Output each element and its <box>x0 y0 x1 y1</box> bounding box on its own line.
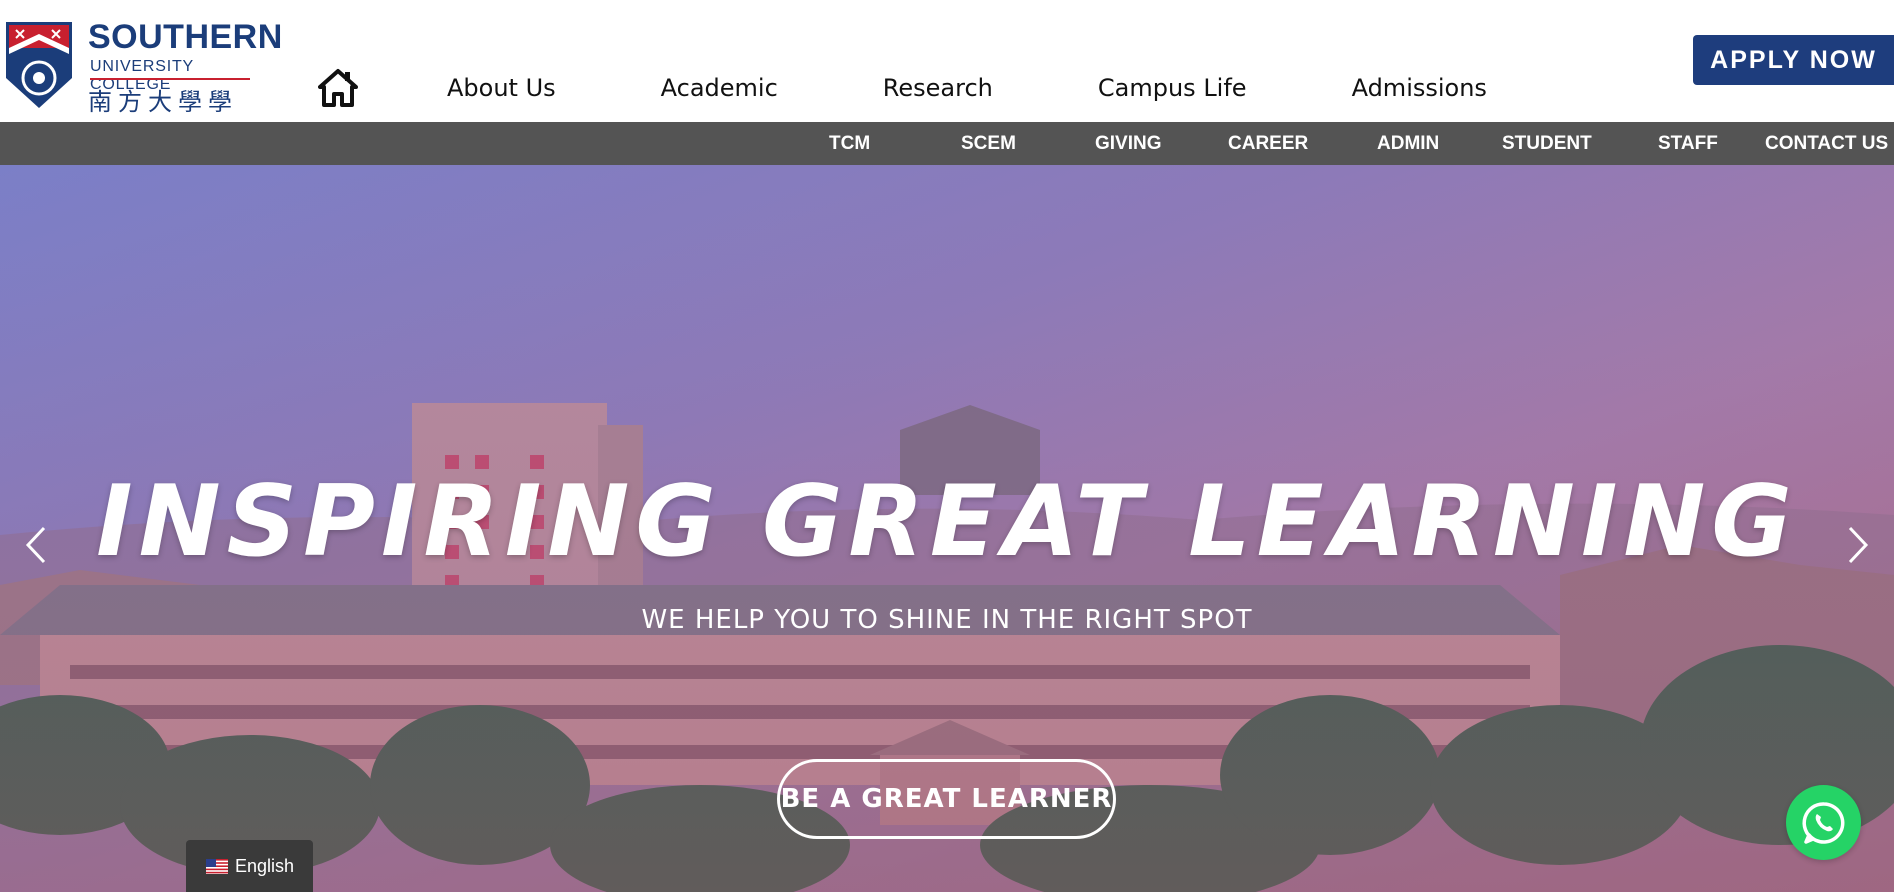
hero-subtitle: WE HELP YOU TO SHINE IN THE RIGHT SPOT <box>641 605 1253 635</box>
subnav-contact-us[interactable]: CONTACT US <box>1765 122 1888 165</box>
subnav-staff[interactable]: STAFF <box>1658 122 1718 165</box>
subnav-student[interactable]: STUDENT <box>1502 122 1592 165</box>
nav-campus-life[interactable]: Campus Life <box>1098 74 1247 114</box>
language-switcher[interactable]: English <box>186 840 313 892</box>
site-header: SOUTHERN UNIVERSITY COLLEGE 南方大學學院 About… <box>0 0 1894 151</box>
nav-research[interactable]: Research <box>883 74 993 114</box>
subnav-giving[interactable]: GIVING <box>1095 122 1162 165</box>
chevron-left-icon[interactable] <box>16 520 56 570</box>
nav-about-us[interactable]: About Us <box>447 74 556 114</box>
home-icon[interactable] <box>318 68 358 108</box>
logo[interactable]: SOUTHERN UNIVERSITY COLLEGE 南方大學學院 <box>0 16 282 151</box>
brand-rule <box>90 78 250 80</box>
nav-admissions[interactable]: Admissions <box>1352 74 1487 114</box>
hero-title: INSPIRING GREAT LEARNING <box>96 465 1798 579</box>
whatsapp-button[interactable] <box>1786 785 1861 860</box>
hero-slider: INSPIRING GREAT LEARNING WE HELP YOU TO … <box>0 165 1894 892</box>
main-nav: About Us Academic Research Campus Life A… <box>420 74 1487 114</box>
be-a-great-learner-button[interactable]: BE A GREAT LEARNER <box>777 759 1116 839</box>
crest-icon <box>6 22 72 108</box>
us-flag-icon <box>206 858 228 874</box>
apply-now-button[interactable]: APPLY NOW <box>1693 35 1894 85</box>
language-label: English <box>235 855 295 876</box>
subnav-tcm[interactable]: TCM <box>829 122 870 165</box>
nav-academic[interactable]: Academic <box>661 74 778 114</box>
chevron-right-icon[interactable] <box>1838 520 1878 570</box>
subnav-scem[interactable]: SCEM <box>961 122 1016 165</box>
brand-name: SOUTHERN <box>88 18 283 56</box>
subnav-career[interactable]: CAREER <box>1228 122 1308 165</box>
whatsapp-icon <box>1802 801 1844 844</box>
subnav-admin[interactable]: ADMIN <box>1377 122 1439 165</box>
secondary-nav: TCM SCEM GIVING CAREER ADMIN STUDENT STA… <box>0 122 1894 165</box>
